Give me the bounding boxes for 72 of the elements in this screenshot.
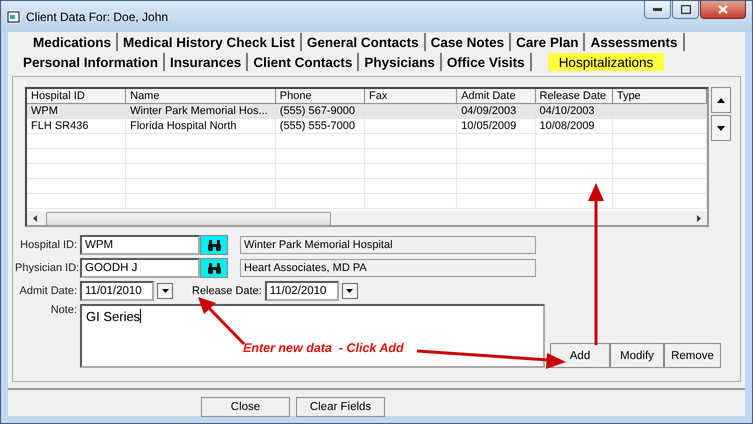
table-row[interactable]: WPM Winter Park Memorial Hos... (555) 567-9000 04/09/2003 04/10/2003 [27, 104, 707, 119]
table-row[interactable]: FLH SR436 Florida Hospital North (555) 555-7000 10/05/2009 10/08/2009 [27, 119, 707, 134]
dropdown-button[interactable] [342, 283, 358, 299]
scroll-right-icon [696, 215, 702, 222]
tab[interactable]: Client Contacts [248, 53, 360, 71]
minimize-button[interactable] [644, 1, 671, 19]
field-label: Note: [50, 304, 77, 316]
close-button[interactable] [700, 1, 746, 19]
tab[interactable]: General Contacts [302, 33, 426, 51]
input-field[interactable]: GOODH J [80, 258, 200, 278]
field-label: Hospital ID: [19, 239, 77, 251]
tab[interactable]: Assessments [585, 33, 685, 51]
maximize-icon [680, 5, 690, 14]
column-header[interactable]: Hospital ID [27, 89, 126, 104]
tab[interactable]: Physicians [359, 53, 442, 71]
scroll-down-button[interactable] [711, 115, 731, 141]
tab[interactable]: Case Notes [426, 33, 512, 51]
footer-button[interactable]: Close [201, 397, 290, 417]
table-cell: (555) 555-7000 [276, 119, 365, 134]
annotation-text: Enter new data - Click Add [243, 341, 404, 355]
tab[interactable]: Hospitalizations [548, 53, 664, 71]
tab[interactable]: Care Plan [511, 33, 586, 51]
tab[interactable]: Office Visits [442, 53, 532, 71]
binoculars-icon [206, 262, 222, 274]
action-button[interactable]: Modify [610, 343, 664, 368]
table-cell: Winter Park Memorial Hos... [126, 104, 276, 119]
tab[interactable]: Medical History Check List [118, 33, 302, 51]
table-cell: WPM [27, 104, 126, 119]
field-label: Admit Date: [18, 285, 77, 297]
caret-icon [162, 289, 168, 293]
table-cell: Florida Hospital North [126, 119, 276, 134]
window-title: Client Data For: Doe, John [26, 10, 168, 24]
tab[interactable]: Insurances [165, 53, 248, 71]
horizontal-scrollbar[interactable] [27, 211, 707, 225]
column-header[interactable]: Type [612, 89, 707, 104]
column-header[interactable]: Name [126, 89, 276, 104]
column-header[interactable]: Admit Date [457, 89, 536, 104]
down-arrow-icon [717, 126, 725, 130]
scroll-left-icon [32, 215, 38, 222]
field-label: Physician ID: [15, 262, 77, 274]
dropdown-button[interactable] [157, 283, 173, 299]
maximize-button[interactable] [672, 1, 699, 19]
binoculars-icon [206, 240, 222, 250]
date-field[interactable]: 11/01/2010 [80, 281, 154, 301]
description-field: Winter Park Memorial Hospital [240, 236, 536, 254]
window-icon [7, 10, 21, 24]
lookup-button[interactable] [200, 235, 228, 255]
up-arrow-icon [717, 98, 725, 102]
table-cell: 10/08/2009 [536, 119, 613, 134]
table-cell: FLH SR436 [27, 119, 126, 134]
minimize-icon [653, 8, 662, 12]
footer-button[interactable]: Clear Fields [296, 397, 385, 417]
input-field[interactable]: WPM [80, 235, 200, 255]
table-cell: (555) 567-9000 [276, 104, 365, 119]
caret-icon [346, 289, 354, 293]
column-header[interactable]: Release Date [536, 89, 613, 104]
scroll-up-button[interactable] [711, 87, 731, 113]
action-button[interactable]: Remove [664, 343, 721, 368]
table-cell: 10/05/2009 [457, 119, 536, 134]
close-icon [718, 5, 728, 14]
field-label: Release Date: [192, 285, 262, 297]
action-button[interactable]: Add [550, 343, 610, 368]
column-header[interactable]: Fax [365, 89, 458, 104]
tab[interactable]: Personal Information [18, 53, 166, 71]
scroll-thumb[interactable] [46, 212, 331, 225]
table-cell: 04/10/2003 [536, 104, 613, 119]
date-field[interactable]: 11/02/2010 [264, 281, 339, 301]
column-header[interactable]: Phone [276, 89, 365, 104]
table-cell: 04/09/2003 [457, 104, 536, 119]
tab[interactable]: Medications [28, 33, 118, 51]
lookup-button[interactable] [200, 258, 228, 278]
description-field: Heart Associates, MD PA [240, 259, 536, 277]
